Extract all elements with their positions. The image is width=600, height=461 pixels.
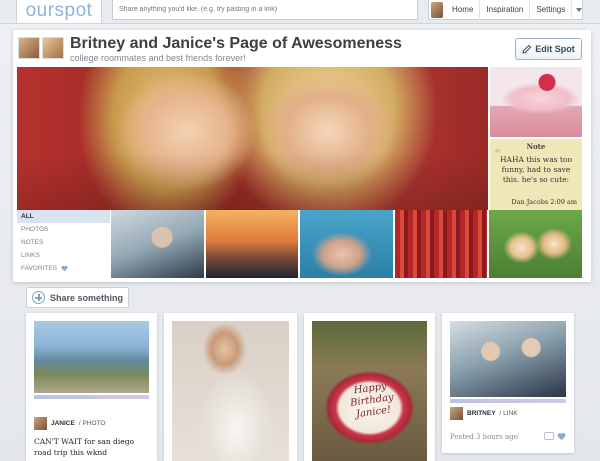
post-card[interactable]: BRITNEY / LINK Posted 3 hours ago: [442, 313, 574, 453]
post-meta: BRITNEY / LINK: [450, 407, 518, 420]
user-avatar[interactable]: [431, 1, 444, 18]
share-something-label: Share something: [50, 292, 124, 303]
edit-spot-label: Edit Spot: [535, 44, 575, 54]
hero-photo[interactable]: [17, 67, 488, 210]
post-photo-dress[interactable]: [172, 321, 289, 461]
post-card[interactable]: Happy Birthday Janice!: [304, 313, 435, 461]
thumbnail-sunset[interactable]: [205, 210, 299, 278]
avatar-britney[interactable]: [18, 37, 40, 59]
post-actions: [544, 432, 566, 441]
nav-home[interactable]: Home: [446, 0, 479, 20]
comment-icon[interactable]: [544, 432, 554, 440]
ourspot-logo[interactable]: ourspot: [16, 0, 102, 24]
share-something-button[interactable]: Share something: [26, 287, 129, 308]
pencil-icon: [522, 44, 532, 54]
heart-icon: [61, 265, 68, 272]
edit-spot-button[interactable]: Edit Spot: [515, 38, 582, 60]
thumbnail-crowd[interactable]: [394, 210, 488, 278]
filter-notes[interactable]: NOTES: [17, 236, 110, 249]
post-author[interactable]: JANICE: [51, 420, 75, 427]
post-card[interactable]: JANICE / PHOTO CAN'T WAIT for san diego …: [26, 313, 157, 461]
filter-all[interactable]: ALL: [17, 210, 110, 223]
filter-photos[interactable]: PHOTOS: [17, 223, 110, 236]
post-author[interactable]: BRITNEY: [467, 410, 496, 417]
post-divider: [34, 395, 149, 399]
cupcake-photo[interactable]: [490, 67, 582, 137]
top-bar: ourspot Home Inspiration Settings: [0, 0, 600, 24]
quote-icon: “: [494, 148, 501, 163]
post-divider: [450, 399, 566, 403]
plus-icon: [32, 291, 45, 304]
nav-box: Home Inspiration Settings: [428, 0, 583, 20]
post-photo-cake[interactable]: Happy Birthday Janice!: [312, 321, 427, 461]
avatar-janice[interactable]: [42, 37, 64, 59]
post-photo-pier[interactable]: [34, 321, 149, 393]
filter-links[interactable]: LINKS: [17, 249, 110, 262]
avatar[interactable]: [34, 417, 47, 430]
post-photo-couple[interactable]: [450, 321, 566, 397]
nav-inspiration[interactable]: Inspiration: [479, 0, 529, 20]
chevron-down-icon[interactable]: [571, 0, 582, 20]
filter-favorites[interactable]: FAVORITES: [17, 262, 110, 275]
filter-favorites-label: FAVORITES: [21, 265, 57, 272]
thumbnail-toes[interactable]: [300, 210, 393, 278]
heart-icon[interactable]: [557, 432, 566, 441]
spot-card: Britney and Janice's Page of Awesomeness…: [13, 30, 591, 282]
thumbnail-couple[interactable]: [111, 210, 204, 278]
note-title: Note: [526, 142, 546, 151]
thumbnail-strip: [111, 210, 582, 278]
nav-settings[interactable]: Settings: [529, 0, 571, 20]
post-type: / PHOTO: [78, 420, 106, 427]
note-signature: Dan Jacobs 2:09 am: [511, 198, 577, 206]
page-title: Britney and Janice's Page of Awesomeness: [70, 35, 402, 52]
cake-text: Happy Birthday Janice!: [349, 380, 395, 421]
thumbnail-puppies[interactable]: [489, 210, 582, 278]
share-input[interactable]: [112, 0, 418, 20]
note-card[interactable]: Note “ HAHA this was too funny, had to s…: [490, 139, 582, 210]
post-card[interactable]: [164, 313, 297, 461]
filter-list: ALL PHOTOS NOTES LINKS FAVORITES: [17, 210, 110, 278]
post-time: Posted 3 hours ago: [450, 433, 518, 441]
post-meta: JANICE / PHOTO: [34, 417, 105, 430]
page-subtitle: college roommates and best friends forev…: [70, 53, 246, 63]
post-type: / LINK: [499, 410, 518, 417]
post-text: CAN'T WAIT for san diego road trip this …: [34, 437, 135, 457]
note-body: HAHA this was too funny, had to save thi…: [500, 155, 572, 184]
avatar[interactable]: [450, 407, 463, 420]
